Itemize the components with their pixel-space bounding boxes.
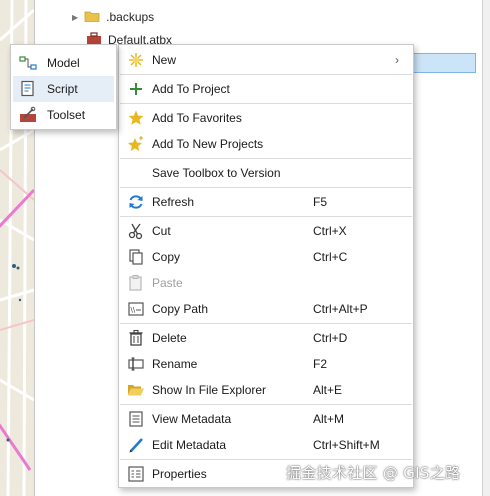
- menu-item-label: New: [152, 53, 177, 67]
- menu-item-shortcut: Ctrl+X: [313, 224, 347, 238]
- menu-item-cut[interactable]: Cut Ctrl+X: [119, 218, 413, 244]
- submenu-item-label: Model: [47, 56, 80, 70]
- menu-separator: [120, 74, 412, 75]
- menu-item-label: Add To Project: [152, 82, 230, 96]
- plus-icon: [127, 80, 145, 98]
- properties-icon: [127, 465, 145, 483]
- toolset-icon: [19, 106, 37, 124]
- menu-item-label: Cut: [152, 224, 171, 238]
- menu-item-copy[interactable]: Copy Ctrl+C: [119, 244, 413, 270]
- menu-item-shortcut: Ctrl+C: [313, 250, 348, 264]
- menu-item-label: Save Toolbox to Version: [152, 166, 281, 180]
- menu-separator: [120, 323, 412, 324]
- menu-separator: [120, 187, 412, 188]
- submenu-item-label: Script: [47, 82, 78, 96]
- menu-item-shortcut: Ctrl+Alt+P: [313, 302, 368, 316]
- watermark-text: 掘金技术社区 @ GIS之路: [286, 464, 461, 482]
- refresh-icon: [127, 193, 145, 211]
- menu-item-delete[interactable]: Delete Ctrl+D: [119, 325, 413, 351]
- menu-item-shortcut: Alt+E: [313, 383, 343, 397]
- menu-item-add-to-project[interactable]: Add To Project: [119, 76, 413, 102]
- script-icon: [19, 80, 37, 98]
- context-menu: New › Add To Project Add To Favorites Ad…: [118, 44, 414, 488]
- menu-item-label: Rename: [152, 357, 198, 371]
- menu-item-label: Copy: [152, 250, 181, 264]
- menu-item-label: Delete: [152, 331, 187, 345]
- chevron-right-icon: ›: [395, 53, 399, 67]
- menu-item-new[interactable]: New ›: [119, 47, 413, 73]
- menu-item-show-in-file-explorer[interactable]: Show In File Explorer Alt+E: [119, 377, 413, 403]
- folder-icon: [84, 9, 100, 26]
- pane-scrollbar[interactable]: [482, 0, 490, 496]
- menu-item-label: Properties: [152, 467, 207, 481]
- menu-separator: [120, 103, 412, 104]
- menu-separator: [120, 404, 412, 405]
- copy-icon: [127, 248, 145, 266]
- menu-item-label: View Metadata: [152, 412, 232, 426]
- paste-icon: [127, 274, 145, 292]
- menu-item-edit-metadata[interactable]: Edit Metadata Ctrl+Shift+M: [119, 432, 413, 458]
- tree-item-backups[interactable]: ▶ .backups: [72, 6, 154, 28]
- menu-separator: [120, 459, 412, 460]
- submenu-item-script[interactable]: Script: [13, 76, 114, 102]
- menu-item-shortcut: Ctrl+D: [313, 331, 348, 345]
- menu-item-label: Add To New Projects: [152, 137, 264, 151]
- rename-icon: [127, 355, 145, 373]
- menu-item-label: Paste: [152, 276, 183, 290]
- expand-arrow-icon[interactable]: ▶: [72, 13, 78, 22]
- menu-separator: [120, 158, 412, 159]
- menu-separator: [120, 216, 412, 217]
- pencil-icon: [127, 436, 145, 454]
- menu-item-label: Edit Metadata: [152, 438, 227, 452]
- menu-item-shortcut: F2: [313, 357, 328, 371]
- star-icon: [127, 109, 145, 127]
- sparkle-icon: [127, 51, 145, 69]
- menu-item-shortcut: F5: [313, 195, 328, 209]
- menu-item-shortcut: Ctrl+Shift+M: [313, 438, 380, 452]
- star-sparkle-icon: [127, 135, 145, 153]
- submenu-item-label: Toolset: [47, 108, 86, 122]
- menu-item-label: Show In File Explorer: [152, 383, 267, 397]
- svg-text:\\: \\: [131, 306, 136, 314]
- copy-path-icon: \\: [127, 300, 145, 318]
- tree-item-label: .backups: [106, 10, 155, 24]
- submenu-item-toolset[interactable]: Toolset: [13, 102, 114, 128]
- selected-row-highlight: [408, 53, 476, 73]
- menu-item-label: Refresh: [152, 195, 195, 209]
- menu-item-save-toolbox-to-version[interactable]: Save Toolbox to Version: [119, 160, 413, 186]
- menu-item-add-to-new-projects[interactable]: Add To New Projects: [119, 131, 413, 157]
- menu-item-refresh[interactable]: Refresh F5: [119, 189, 413, 215]
- scissors-icon: [127, 222, 145, 240]
- model-icon: [19, 54, 37, 72]
- submenu-item-model[interactable]: Model: [13, 50, 114, 76]
- menu-item-copy-path[interactable]: \\ Copy Path Ctrl+Alt+P: [119, 296, 413, 322]
- open-folder-icon: [127, 381, 145, 399]
- document-icon: [127, 410, 145, 428]
- menu-item-label: Add To Favorites: [152, 111, 242, 125]
- menu-item-add-to-favorites[interactable]: Add To Favorites: [119, 105, 413, 131]
- menu-item-label: Copy Path: [152, 302, 209, 316]
- menu-item-shortcut: Alt+M: [313, 412, 345, 426]
- new-submenu: Model Script Toolset: [10, 44, 117, 130]
- menu-item-rename[interactable]: Rename F2: [119, 351, 413, 377]
- trash-icon: [127, 329, 145, 347]
- menu-item-view-metadata[interactable]: View Metadata Alt+M: [119, 406, 413, 432]
- menu-item-paste[interactable]: Paste: [119, 270, 413, 296]
